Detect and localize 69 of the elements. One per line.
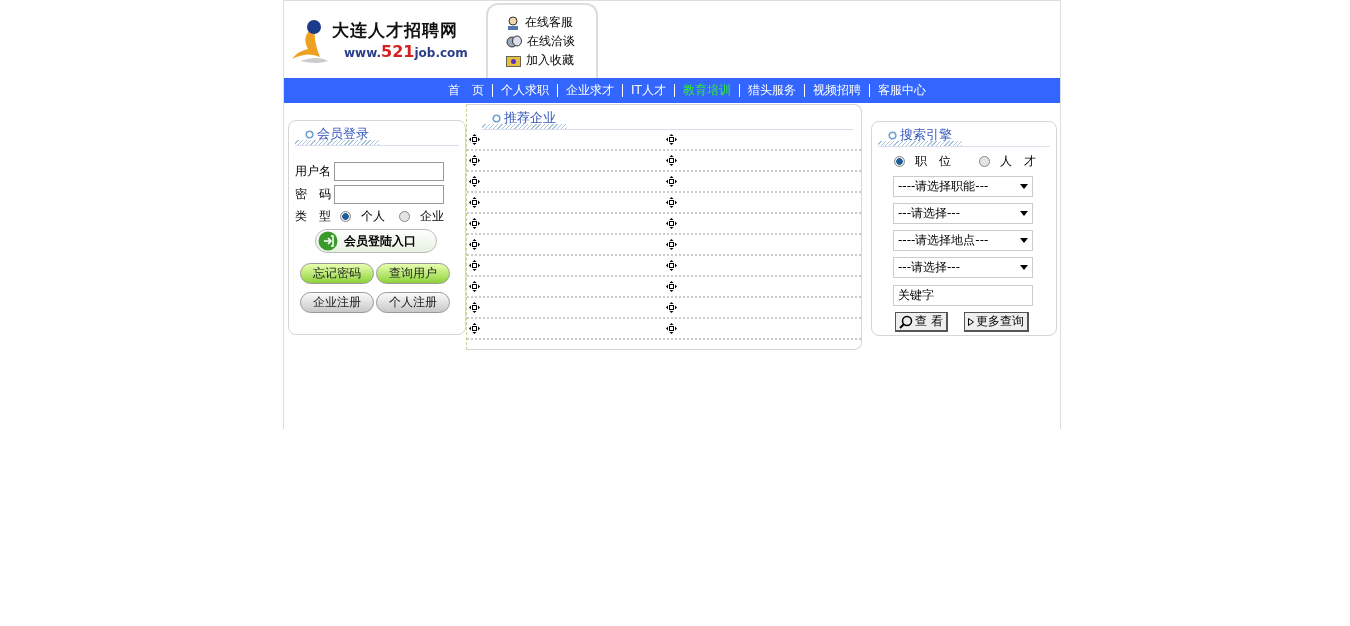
move-icon bbox=[469, 302, 480, 313]
move-icon bbox=[469, 323, 480, 334]
nav-link[interactable]: 客服中心 bbox=[869, 82, 934, 99]
move-icon bbox=[469, 260, 480, 271]
select-field[interactable]: ---请选择--- bbox=[893, 203, 1033, 224]
quick-link[interactable]: 在线客服 bbox=[506, 14, 596, 31]
logo-url: www.521job.com bbox=[344, 41, 468, 61]
caret-icon bbox=[1020, 211, 1028, 216]
input-field[interactable] bbox=[334, 162, 444, 181]
more-search-button[interactable]: 更多查询 bbox=[963, 312, 1029, 332]
person-icon bbox=[506, 15, 520, 30]
move-icon bbox=[469, 134, 480, 145]
search-icon bbox=[899, 314, 913, 329]
folder-icon bbox=[506, 54, 521, 67]
login-button[interactable]: 会员登陆入口 bbox=[315, 229, 437, 253]
nav-link[interactable]: 首 页 bbox=[440, 82, 493, 99]
panel-title: 推荐企业 bbox=[482, 109, 566, 129]
move-icon bbox=[469, 176, 480, 187]
input-field[interactable] bbox=[334, 185, 444, 204]
caret-icon bbox=[1020, 265, 1028, 270]
panel-title: 会员登录 bbox=[295, 125, 379, 145]
pill-button[interactable]: 查询用户 bbox=[376, 263, 450, 284]
circle-icon bbox=[492, 113, 501, 123]
type-radio[interactable]: 企业 bbox=[399, 208, 444, 225]
field-label: 密 码 bbox=[295, 186, 331, 203]
nav-link[interactable]: IT人才 bbox=[623, 82, 674, 99]
nav-link[interactable]: 企业求才 bbox=[558, 82, 623, 99]
play-icon bbox=[967, 317, 974, 326]
mode-radio[interactable]: 职 位 bbox=[894, 153, 951, 170]
logo-title: 大连人才招聘网 bbox=[332, 18, 458, 42]
pill-button[interactable]: 忘记密码 bbox=[300, 263, 374, 284]
move-icon bbox=[469, 239, 480, 250]
move-icon bbox=[469, 218, 480, 229]
move-icon bbox=[666, 176, 677, 187]
nav-link[interactable]: 猎头服务 bbox=[739, 82, 804, 99]
pill-button[interactable]: 个人注册 bbox=[376, 292, 450, 313]
quick-link[interactable]: 在线洽谈 bbox=[506, 33, 596, 50]
move-icon bbox=[666, 281, 677, 292]
chat-icon bbox=[506, 34, 522, 49]
circle-icon bbox=[888, 130, 897, 140]
caret-icon bbox=[1020, 184, 1028, 189]
select-field[interactable]: ----请选择职能--- bbox=[893, 176, 1033, 197]
move-icon bbox=[666, 134, 677, 145]
panel-title: 搜索引擎 bbox=[878, 126, 962, 146]
field-label: 类 型 bbox=[295, 208, 331, 225]
move-icon bbox=[666, 155, 677, 166]
nav-link[interactable]: 个人求职 bbox=[493, 82, 558, 99]
select-field[interactable]: ----请选择地点--- bbox=[893, 230, 1033, 251]
move-icon bbox=[666, 260, 677, 271]
nav-link[interactable]: 视频招聘 bbox=[804, 82, 869, 99]
move-icon bbox=[666, 323, 677, 334]
enter-icon bbox=[318, 231, 338, 251]
move-icon bbox=[469, 155, 480, 166]
pill-button[interactable]: 企业注册 bbox=[300, 292, 374, 313]
caret-icon bbox=[1020, 238, 1028, 243]
move-icon bbox=[666, 302, 677, 313]
move-icon bbox=[469, 281, 480, 292]
select-field[interactable]: ---请选择--- bbox=[893, 257, 1033, 278]
search-button[interactable]: 查 看 bbox=[895, 312, 948, 332]
quick-link[interactable]: 加入收藏 bbox=[506, 52, 596, 69]
circle-icon bbox=[305, 129, 314, 139]
move-icon bbox=[666, 239, 677, 250]
field-label: 用户名 bbox=[295, 163, 331, 180]
move-icon bbox=[469, 197, 480, 208]
move-icon bbox=[666, 197, 677, 208]
move-icon bbox=[666, 218, 677, 229]
mode-radio[interactable]: 人 才 bbox=[979, 153, 1036, 170]
keyword-field[interactable]: 关键字 bbox=[893, 285, 1033, 306]
type-radio[interactable]: 个人 bbox=[340, 208, 385, 225]
